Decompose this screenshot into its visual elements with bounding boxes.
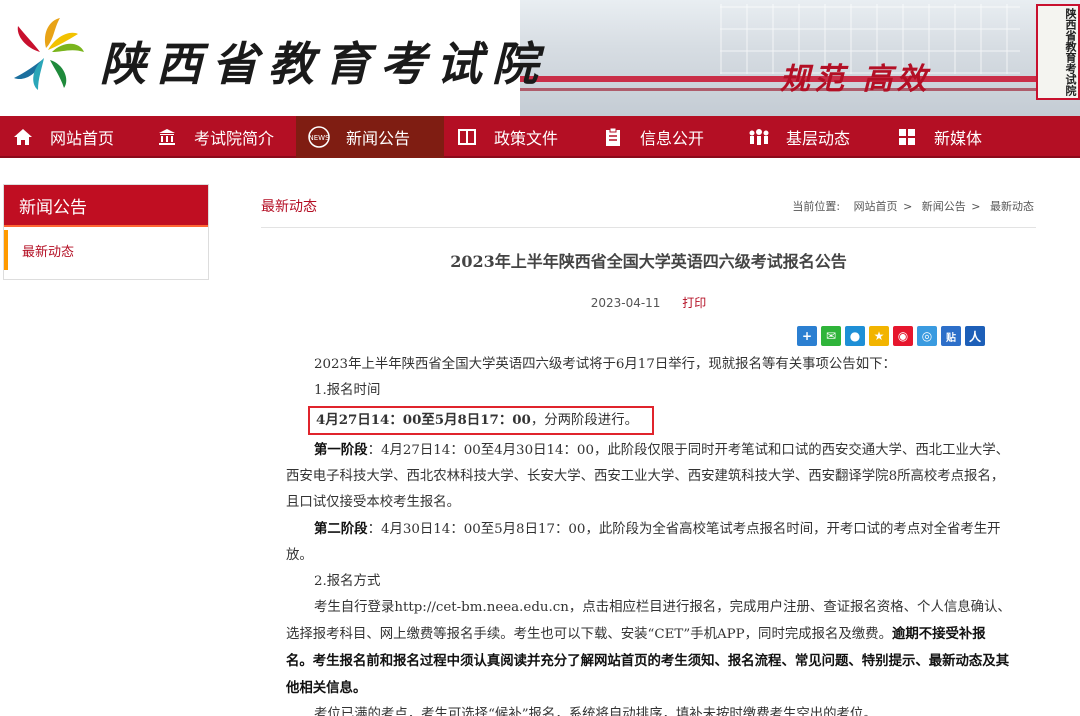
breadcrumb-separator: > <box>903 199 913 213</box>
qzone-icon[interactable]: ★ <box>869 326 889 346</box>
paragraph-intro: 2023年上半年陕西省全国大学英语四六级考试将于6月17日举行，现就报名等有关事… <box>314 357 896 372</box>
article-body: 2023年上半年陕西省全国大学英语四六级考试将于6月17日举行，现就报名等有关事… <box>286 352 1012 716</box>
section-title: 最新动态 <box>261 198 317 215</box>
stage2-text: ：4月30日14：00至5月8日17：00，此阶段为全省高校笔试考点报名时间，开… <box>286 522 1001 563</box>
home-icon <box>12 126 34 148</box>
registration-time-highlight: 4月27日14：00至5月8日17：00，分两阶段进行。 <box>286 406 1012 435</box>
highlight-rest: ，分两阶段进行。 <box>530 413 638 428</box>
clipboard-icon <box>602 126 624 148</box>
site-header: 陕西省教育考试院 规范 高效 陕西省教育考试院 <box>0 0 1080 116</box>
section-heading-method: 2.报名方式 <box>314 574 381 589</box>
header-slogan: 规范 高效 <box>780 62 931 97</box>
highlight-box: 4月27日14：00至5月8日17：00，分两阶段进行。 <box>308 406 654 435</box>
breadcrumb: 当前位置: 网站首页 > 新闻公告 > 最新动态 <box>792 198 1036 214</box>
article-date: 2023-04-11 <box>590 296 661 310</box>
main-nav: 网站首页 考试院简介 NEWS 新闻公告 政策文件 信息公开 基层动态 新媒体 <box>0 116 1080 158</box>
nav-item-new-media[interactable]: 新媒体 <box>884 116 1024 158</box>
nav-item-policy[interactable]: 政策文件 <box>444 116 590 158</box>
paragraph-stage1: 第一阶段：4月27日14：00至4月30日14：00，此阶段仅限于同时开考笔试和… <box>286 437 1012 516</box>
building-icon <box>156 126 178 148</box>
header-plaque: 陕西省教育考试院 <box>1036 4 1080 100</box>
logo-icon[interactable] <box>6 14 86 94</box>
nav-item-news[interactable]: NEWS 新闻公告 <box>296 116 444 158</box>
weibo-icon[interactable]: ◉ <box>893 326 913 346</box>
nav-item-info[interactable]: 信息公开 <box>590 116 736 158</box>
sidebar-heading: 新闻公告 <box>4 185 208 227</box>
main-header: 最新动态 当前位置: 网站首页 > 新闻公告 > 最新动态 <box>261 184 1036 228</box>
highlight-bold: 4月27日14：00至5月8日17：00 <box>316 412 531 428</box>
tieba-icon[interactable]: 贴 <box>941 326 961 346</box>
share-bar: + ✉ ● ★ ◉ ◎ 贴 人 <box>797 326 985 346</box>
stage2-label: 第二阶段 <box>314 521 368 537</box>
plus-share-icon[interactable]: + <box>797 326 817 346</box>
breadcrumb-link-home[interactable]: 网站首页 <box>854 200 898 213</box>
nav-label: 政策文件 <box>494 129 559 148</box>
wechat-icon[interactable]: ✉ <box>821 326 841 346</box>
paragraph-method: 考生自行登录http://cet-bm.neea.edu.cn，点击相应栏目进行… <box>286 595 1012 702</box>
print-link[interactable]: 打印 <box>682 296 706 310</box>
nav-label: 新闻公告 <box>346 129 411 148</box>
grid-icon <box>896 126 918 148</box>
paragraph-stage2: 第二阶段：4月30日14：00至5月8日17：00，此阶段为全省高校笔试考点报名… <box>286 516 1012 569</box>
nav-label: 网站首页 <box>50 129 115 148</box>
breadcrumb-prefix: 当前位置: <box>792 199 841 213</box>
article-title: 2023年上半年陕西省全国大学英语四六级考试报名公告 <box>450 252 847 271</box>
svg-text:NEWS: NEWS <box>308 134 330 142</box>
sidebar-item-latest[interactable]: 最新动态 <box>4 230 208 270</box>
book-icon <box>456 126 478 148</box>
main-content: 最新动态 当前位置: 网站首页 > 新闻公告 > 最新动态 2023年上半年陕西… <box>261 184 1036 346</box>
nav-label: 基层动态 <box>786 129 851 148</box>
breadcrumb-link-news[interactable]: 新闻公告 <box>922 200 966 213</box>
renren-icon[interactable]: 人 <box>965 326 985 346</box>
nav-item-about[interactable]: 考试院简介 <box>144 116 296 158</box>
stage1-text: ：4月27日14：00至4月30日14：00，此阶段仅限于同时开考笔试和口试的西… <box>286 443 1010 510</box>
nav-label: 考试院简介 <box>194 129 275 148</box>
nav-item-grassroots[interactable]: 基层动态 <box>736 116 884 158</box>
tencent-weibo-icon[interactable]: ◎ <box>917 326 937 346</box>
section-heading-time: 1.报名时间 <box>314 383 381 398</box>
nav-label: 新媒体 <box>934 129 983 148</box>
breadcrumb-separator: > <box>971 199 981 213</box>
article-meta: 2023-04-11 打印 <box>261 294 1036 311</box>
sidebar: 新闻公告 最新动态 <box>3 184 209 280</box>
breadcrumb-link-latest[interactable]: 最新动态 <box>990 200 1034 213</box>
site-title: 陕西省教育考试院 <box>100 37 548 91</box>
stage1-label: 第一阶段 <box>314 442 368 458</box>
news-icon: NEWS <box>308 126 330 148</box>
nav-item-home[interactable]: 网站首页 <box>0 116 144 158</box>
qq-icon[interactable]: ● <box>845 326 865 346</box>
nav-label: 信息公开 <box>640 129 705 148</box>
paragraph-waitlist: 考位已满的考点，考生可选择“候补”报名，系统将自动排序，填补未按时缴费考生空出的… <box>314 707 877 716</box>
people-icon <box>748 126 770 148</box>
